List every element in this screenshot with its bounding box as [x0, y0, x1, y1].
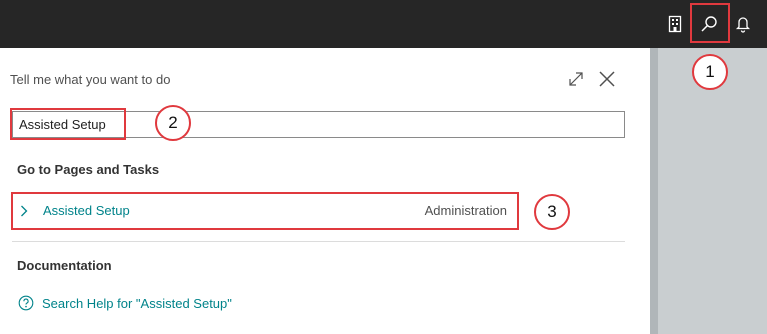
panel-shadow-edge — [650, 48, 658, 334]
panel-title: Tell me what you want to do — [10, 72, 171, 87]
company-icon — [668, 15, 682, 33]
chevron-right-icon — [18, 204, 30, 218]
callout-number-1: 1 — [692, 54, 728, 90]
top-bar — [0, 0, 767, 48]
tell-me-panel: Tell me what you want to do Go to Pages … — [0, 48, 650, 334]
section-divider — [12, 241, 625, 242]
page-backdrop — [650, 48, 767, 334]
notifications-button[interactable] — [728, 8, 758, 40]
result-category: Administration — [424, 203, 507, 218]
result-row-assisted-setup[interactable]: Assisted Setup Administration — [12, 195, 517, 227]
close-icon — [599, 71, 615, 87]
result-label: Assisted Setup — [43, 203, 130, 218]
expand-icon — [569, 72, 583, 86]
goto-pages-heading: Go to Pages and Tasks — [17, 162, 160, 177]
callout-number-2: 2 — [155, 105, 191, 141]
close-button[interactable] — [596, 68, 618, 90]
expand-button[interactable] — [565, 68, 587, 90]
company-button[interactable] — [660, 8, 690, 40]
search-help-link[interactable]: Search Help for "Assisted Setup" — [18, 295, 232, 311]
bell-icon — [735, 17, 751, 33]
search-icon — [701, 16, 717, 32]
documentation-heading: Documentation — [17, 258, 112, 273]
tell-me-search-input[interactable] — [12, 111, 625, 138]
help-link-label: Search Help for "Assisted Setup" — [42, 295, 232, 311]
callout-number-3: 3 — [534, 194, 570, 230]
help-question-icon — [18, 295, 34, 311]
search-button[interactable] — [694, 8, 724, 40]
